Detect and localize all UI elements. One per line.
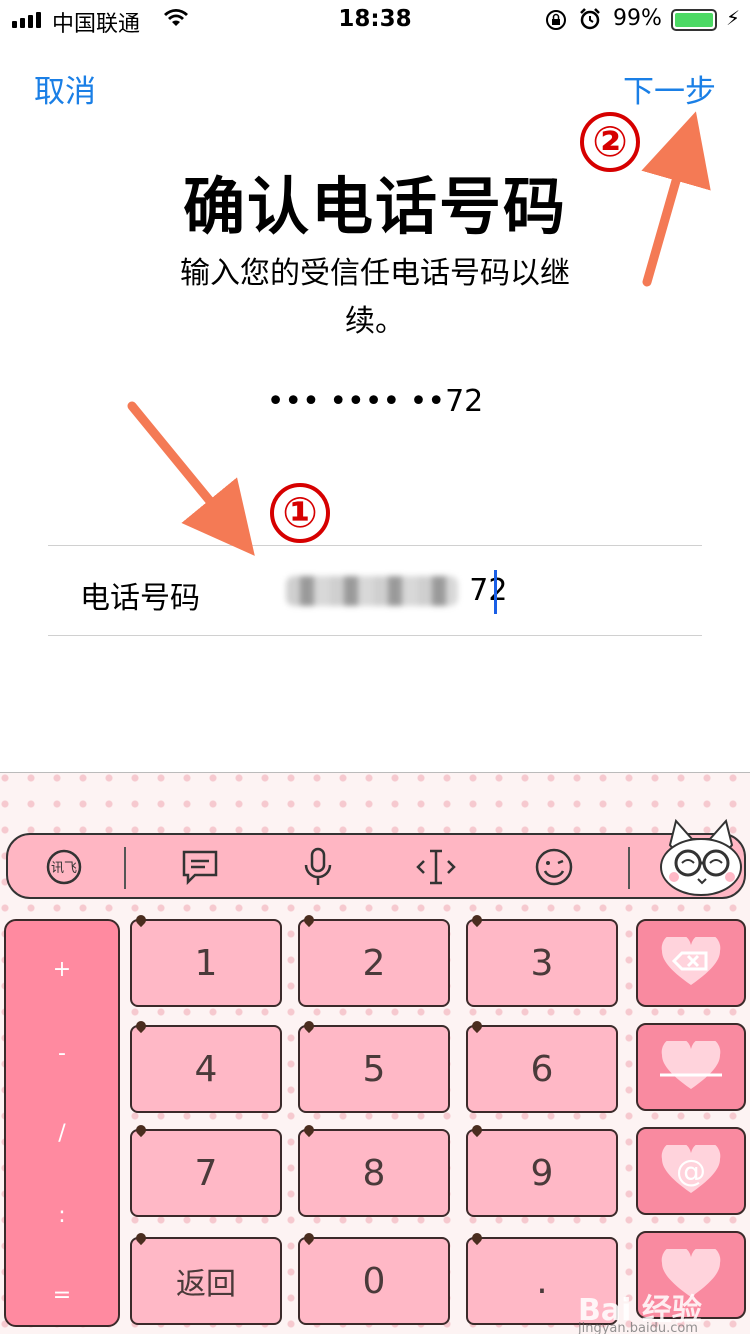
back-key[interactable]: 返回 xyxy=(130,1237,282,1325)
key-0[interactable]: 0 xyxy=(298,1237,450,1325)
at-key[interactable]: @ xyxy=(636,1127,746,1215)
annotation-arrows xyxy=(127,111,711,556)
plus-key[interactable]: + xyxy=(6,957,118,982)
space-icon xyxy=(660,1041,722,1089)
key-4[interactable]: 4 xyxy=(130,1025,282,1113)
svg-text:讯飞: 讯飞 xyxy=(51,861,77,876)
arrow-to-next xyxy=(641,111,711,287)
key-8[interactable]: 8 xyxy=(298,1129,450,1217)
arrow-to-field xyxy=(127,401,255,556)
symbol-column[interactable]: + - / : = xyxy=(4,919,120,1327)
space-key[interactable] xyxy=(636,1023,746,1111)
key-6[interactable]: 6 xyxy=(466,1025,618,1113)
toolbar-divider xyxy=(124,847,126,889)
emoji-icon[interactable] xyxy=(534,847,574,887)
backspace-key[interactable] xyxy=(636,919,746,1007)
colon-key[interactable]: : xyxy=(6,1203,118,1228)
step-one-badge: ① xyxy=(270,483,330,543)
slash-key[interactable]: / xyxy=(6,1121,118,1146)
key-3[interactable]: 3 xyxy=(466,919,618,1007)
svg-text:@: @ xyxy=(676,1154,706,1189)
microphone-icon[interactable] xyxy=(298,847,338,887)
key-2[interactable]: 2 xyxy=(298,919,450,1007)
baidu-watermark-url: jingyan.baidu.com xyxy=(578,1321,698,1334)
cursor-move-icon[interactable] xyxy=(416,847,456,887)
toolbar-divider xyxy=(628,847,630,889)
key-5[interactable]: 5 xyxy=(298,1025,450,1113)
minus-key[interactable]: - xyxy=(6,1041,118,1066)
backspace-icon xyxy=(661,937,721,985)
keyboard-toolbar: 讯飞 xyxy=(6,833,746,899)
equals-key[interactable]: = xyxy=(6,1283,118,1308)
ifly-logo-icon[interactable]: 讯飞 xyxy=(44,847,84,887)
message-icon[interactable] xyxy=(180,847,220,887)
key-1[interactable]: 1 xyxy=(130,919,282,1007)
key-7[interactable]: 7 xyxy=(130,1129,282,1217)
key-9[interactable]: 9 xyxy=(466,1129,618,1217)
at-icon: @ xyxy=(661,1145,721,1193)
cat-mascot-icon xyxy=(652,815,748,905)
numeric-keyboard: 讯飞 + - / : = 1 2 3 4 5 6 7 8 9 返回 0 . @ … xyxy=(0,772,750,1334)
step-two-badge: ② xyxy=(580,112,640,172)
